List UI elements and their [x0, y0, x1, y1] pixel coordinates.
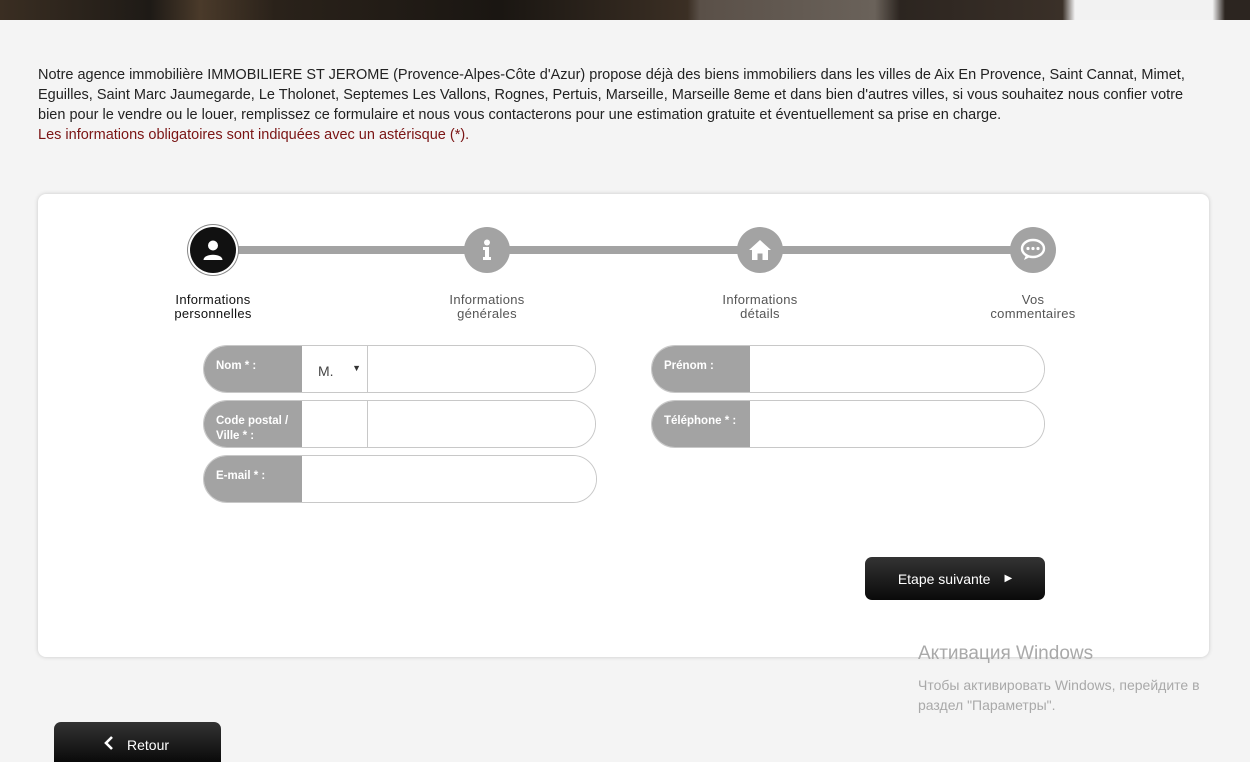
step-3-details[interactable] — [737, 227, 783, 273]
step-4-label: Vos commentaires — [990, 292, 1076, 321]
email-field-row: E-mail * : — [203, 455, 597, 503]
chat-icon — [1020, 238, 1046, 260]
step-1-personal[interactable] — [190, 227, 236, 273]
email-label: E-mail * : — [204, 456, 302, 502]
nom-label: Nom * : — [204, 346, 302, 392]
code-postal-field-row: Code postal / Ville * : — [203, 400, 596, 448]
telephone-field-row: Téléphone * : — [651, 400, 1045, 448]
step-2-general[interactable] — [464, 227, 510, 273]
email-input[interactable] — [302, 456, 596, 502]
prenom-field-row: Prénom : — [651, 345, 1045, 393]
stepper-track — [213, 246, 1033, 254]
back-label: Retour — [127, 737, 170, 753]
dropdown-arrow-icon: ▼ — [352, 363, 361, 373]
telephone-label: Téléphone * : — [652, 401, 750, 447]
next-step-label: Etape suivante — [897, 570, 991, 587]
civility-value: M. — [318, 363, 334, 379]
intro-text: Notre agence immobilière IMMOBILIERE ST … — [38, 67, 1185, 123]
back-button[interactable]: Retour — [54, 722, 221, 762]
chevron-left-icon — [104, 736, 113, 750]
windows-activation-title: Активация Windows — [918, 643, 1094, 664]
step-2-label: Informations générales — [449, 292, 525, 321]
caret-right-icon: ▶ — [1004, 573, 1013, 584]
nom-input[interactable] — [368, 346, 595, 392]
info-icon — [483, 239, 491, 260]
telephone-input[interactable] — [750, 401, 1044, 447]
windows-activation-watermark: Активация Windows Чтобы активировать Win… — [918, 643, 1228, 715]
windows-activation-subtitle: Чтобы активировать Windows, перейдите в … — [918, 677, 1200, 713]
step-1-label: Informations personnelles — [174, 292, 252, 321]
code-postal-input[interactable] — [302, 401, 368, 447]
step-3-label: Informations détails — [722, 292, 798, 321]
step-4-comments[interactable] — [1010, 227, 1056, 273]
ville-input[interactable] — [368, 401, 595, 447]
header-banner-image — [0, 0, 1250, 20]
person-icon — [203, 240, 223, 260]
intro-section: Notre agence immobilière IMMOBILIERE ST … — [38, 65, 1213, 145]
civility-select[interactable]: M. ▼ — [302, 346, 368, 392]
nom-field-row: Nom * : M. ▼ — [203, 345, 596, 393]
prenom-label: Prénom : — [652, 346, 750, 392]
prenom-input[interactable] — [750, 346, 1044, 392]
code-postal-label: Code postal / Ville * : — [204, 401, 302, 447]
mandatory-note: Les informations obligatoires sont indiq… — [38, 127, 470, 143]
next-step-button[interactable]: Etape suivante ▶ — [865, 557, 1045, 600]
home-icon — [749, 240, 771, 260]
